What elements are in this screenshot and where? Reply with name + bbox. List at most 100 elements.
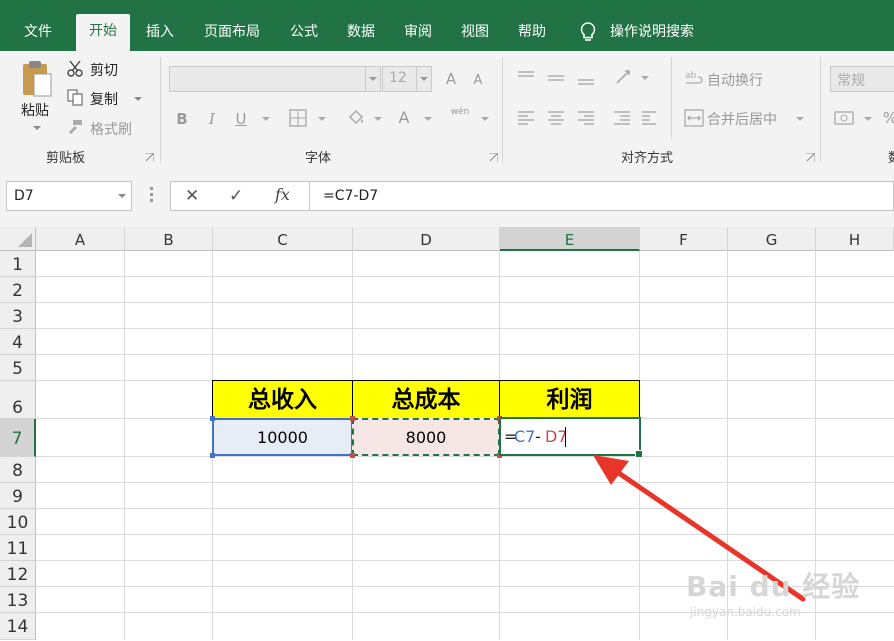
column-header[interactable]: B xyxy=(125,227,213,251)
table-header-cost[interactable]: 总成本 xyxy=(352,380,500,419)
wrap-text-button[interactable]: 自动换行 xyxy=(707,70,763,90)
horizontal-align-icons[interactable] xyxy=(516,109,656,127)
row-header[interactable]: 8 xyxy=(0,457,36,483)
font-name-dropdown[interactable] xyxy=(169,66,381,92)
tab-data[interactable]: 数据 xyxy=(338,13,384,51)
row-header[interactable]: 11 xyxy=(0,535,36,561)
formula-input[interactable]: =C7-D7 xyxy=(310,181,894,211)
fill-color-dropdown-icon[interactable] xyxy=(374,117,382,121)
accounting-format-icon[interactable] xyxy=(834,108,856,128)
cut-button[interactable]: 剪切 xyxy=(90,60,118,80)
range-handle[interactable] xyxy=(350,453,355,458)
scissors-icon[interactable] xyxy=(66,60,84,78)
italic-button[interactable]: I xyxy=(204,109,220,129)
divider xyxy=(820,57,821,163)
cancel-icon[interactable]: ✕ xyxy=(185,186,199,206)
merge-center-button[interactable]: 合并后居中 xyxy=(707,109,777,129)
font-group-label: 字体 xyxy=(305,151,332,166)
row-header[interactable]: 13 xyxy=(0,587,36,613)
column-header[interactable]: A xyxy=(36,227,125,251)
format-painter-icon[interactable] xyxy=(66,118,84,136)
tab-page-layout[interactable]: 页面布局 xyxy=(194,13,270,51)
borders-icon[interactable] xyxy=(289,109,307,127)
copy-dropdown-icon[interactable] xyxy=(134,97,142,101)
column-header[interactable]: C xyxy=(213,227,353,251)
format-painter-button[interactable]: 格式刷 xyxy=(90,119,132,139)
row-header[interactable]: 4 xyxy=(0,329,36,355)
row-header[interactable]: 12 xyxy=(0,561,36,587)
underline-dropdown-icon[interactable] xyxy=(262,117,270,121)
tab-review[interactable]: 审阅 xyxy=(395,13,441,51)
column-header-selected[interactable]: E xyxy=(500,227,640,251)
table-header-profit[interactable]: 利润 xyxy=(499,380,640,419)
shrink-font-icon[interactable]: A xyxy=(470,71,486,91)
range-handle[interactable] xyxy=(210,453,215,458)
column-header[interactable]: F xyxy=(640,227,728,251)
alignment-launcher-icon[interactable] xyxy=(806,153,815,162)
tab-view[interactable]: 视图 xyxy=(452,13,498,51)
font-color-icon[interactable]: A xyxy=(396,108,412,128)
name-box-dropdown-icon[interactable] xyxy=(118,194,126,198)
gridline xyxy=(36,328,894,329)
tab-formulas[interactable]: 公式 xyxy=(282,13,326,51)
accounting-dropdown-icon[interactable] xyxy=(864,117,872,121)
ribbon-tab-bar: 文件 开始 插入 页面布局 公式 数据 审阅 视图 帮助 操作说明搜索 xyxy=(0,0,894,51)
underline-button[interactable]: U xyxy=(233,109,249,129)
merge-dropdown-icon[interactable] xyxy=(796,117,804,121)
row-header[interactable]: 10 xyxy=(0,509,36,535)
range-handle[interactable] xyxy=(350,416,355,421)
column-header[interactable]: H xyxy=(816,227,894,251)
tab-insert[interactable]: 插入 xyxy=(138,13,182,51)
tab-file[interactable]: 文件 xyxy=(14,13,62,51)
percent-icon[interactable]: % xyxy=(882,108,894,128)
range-handle[interactable] xyxy=(210,416,215,421)
paste-icon[interactable] xyxy=(20,59,54,99)
wrap-text-icon[interactable]: ab xyxy=(684,68,704,88)
bold-button[interactable]: B xyxy=(174,109,190,129)
lightbulb-icon[interactable] xyxy=(578,21,598,43)
tell-me-search[interactable]: 操作说明搜索 xyxy=(606,13,706,51)
phonetic-dropdown-icon[interactable] xyxy=(481,117,489,121)
fill-color-icon[interactable] xyxy=(346,108,366,128)
phonetic-guide-icon[interactable]: wén xyxy=(448,107,472,117)
row-header[interactable]: 6 xyxy=(0,381,36,419)
copy-icon[interactable] xyxy=(66,88,84,106)
grow-font-icon[interactable]: A xyxy=(443,69,459,89)
font-size-dropdown[interactable]: 12 xyxy=(382,66,432,92)
name-box[interactable]: D7 xyxy=(6,181,132,211)
paste-dropdown-icon[interactable] xyxy=(33,126,41,130)
row-header[interactable]: 14 xyxy=(0,613,36,640)
cell-d7[interactable]: 8000 xyxy=(352,418,500,456)
clipboard-launcher-icon[interactable] xyxy=(145,153,154,162)
row-header[interactable]: 5 xyxy=(0,355,36,381)
borders-dropdown-icon[interactable] xyxy=(318,117,326,121)
vertical-align-icons[interactable] xyxy=(516,69,616,87)
formula-op: - xyxy=(535,427,541,446)
copy-button[interactable]: 复制 xyxy=(90,89,118,109)
select-all-corner[interactable] xyxy=(0,227,36,251)
name-box-value: D7 xyxy=(14,188,34,204)
row-header[interactable]: 9 xyxy=(0,483,36,509)
tab-help[interactable]: 帮助 xyxy=(509,13,555,51)
divider xyxy=(671,57,672,139)
paste-button[interactable]: 粘贴 xyxy=(21,100,49,120)
row-header[interactable]: 2 xyxy=(0,277,36,303)
merge-center-icon[interactable] xyxy=(684,108,704,128)
column-header[interactable]: D xyxy=(353,227,500,251)
number-format-dropdown[interactable]: 常规 xyxy=(830,66,894,92)
tab-home[interactable]: 开始 xyxy=(76,14,130,51)
table-header-revenue[interactable]: 总收入 xyxy=(212,380,353,419)
cell-c7[interactable]: 10000 xyxy=(212,418,353,456)
column-header[interactable]: G xyxy=(728,227,816,251)
orientation-icon[interactable] xyxy=(614,67,636,87)
row-header-selected[interactable]: 7 xyxy=(0,419,36,457)
worksheet-grid[interactable]: A B C D E F G H 1 2 3 4 5 6 7 8 9 10 11 … xyxy=(0,227,894,640)
orientation-dropdown-icon[interactable] xyxy=(641,76,649,80)
enter-icon[interactable]: ✓ xyxy=(229,186,243,206)
row-header[interactable]: 3 xyxy=(0,303,36,329)
insert-function-icon[interactable]: fx xyxy=(275,185,290,204)
divider xyxy=(502,57,503,163)
row-header[interactable]: 1 xyxy=(0,251,36,277)
font-color-dropdown-icon[interactable] xyxy=(424,117,432,121)
font-launcher-icon[interactable] xyxy=(489,153,498,162)
